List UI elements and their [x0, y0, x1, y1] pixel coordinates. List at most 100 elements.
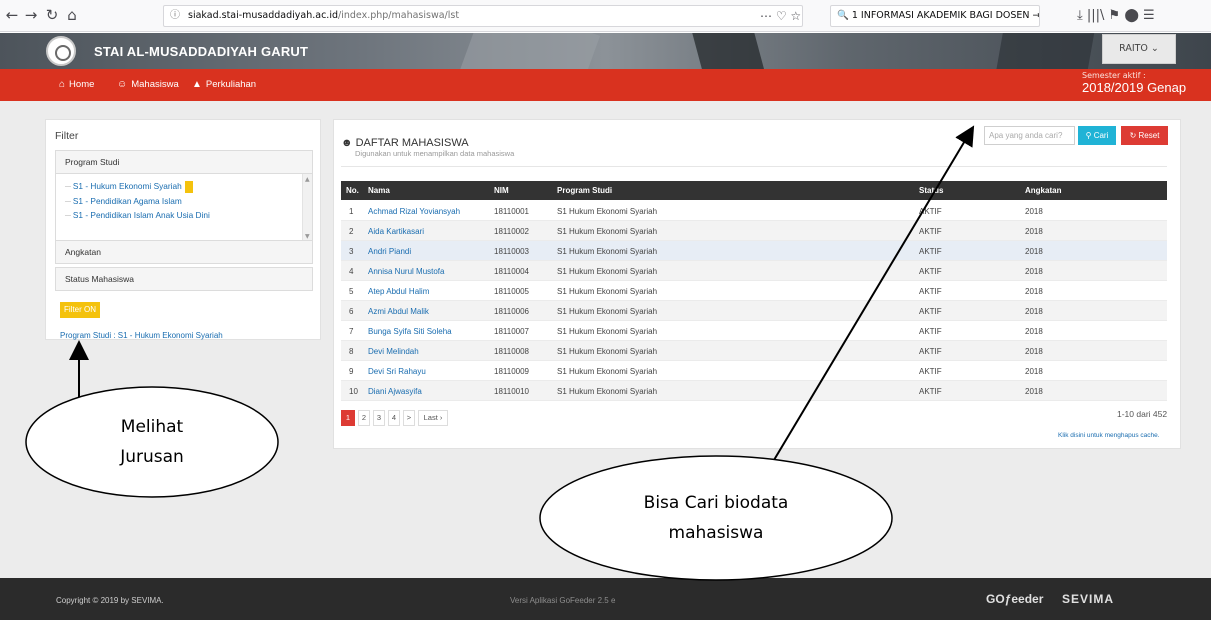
cell-nama[interactable]: Bunga Syifa Siti Soleha	[368, 327, 452, 336]
scroll-down-icon[interactable]: ▼	[305, 233, 310, 240]
users-icon: ☻	[341, 137, 353, 149]
browser-search-text: 1 INFORMASI AKADEMIK BAGI DOSEN →	[851, 10, 1040, 21]
clear-cache-link[interactable]: Klik disini untuk menghapus cache.	[1058, 432, 1160, 439]
page-button[interactable]: Last ›	[418, 410, 448, 426]
prodi-item-paud[interactable]: S1 - Pendidikan Islam Anak Usia Dini	[65, 210, 210, 220]
cell-angkatan: 2018	[1025, 347, 1043, 356]
table-row[interactable]: 3 Andri Piandi 18110003 S1 Hukum Ekonomi Sy…	[341, 241, 1167, 261]
cell-no: 1	[349, 207, 354, 216]
cell-no: 9	[349, 367, 354, 376]
browser-search-field[interactable]: 🔍 1 INFORMASI AKADEMIK BAGI DOSEN →	[830, 5, 1040, 27]
cell-status: AKTIF	[919, 307, 942, 316]
cell-nim: 18110002	[494, 227, 529, 236]
search-input[interactable]: Apa yang anda cari?	[984, 126, 1075, 145]
reset-button[interactable]: ↻ Reset	[1121, 126, 1168, 145]
filter-on-badge[interactable]: Filter ON	[60, 302, 100, 318]
table-row[interactable]: 6 Azmi Abdul Malik 18110006 S1 Hukum Ekonom…	[341, 301, 1167, 321]
table-row[interactable]: 5 Atep Abdul Halim 18110005 S1 Hukum Ekonom…	[341, 281, 1167, 301]
graduation-cap-icon: ▲	[192, 79, 202, 90]
cell-program-studi: S1 Hukum Ekonomi Syariah	[557, 207, 658, 216]
home-icon: ⌂	[59, 79, 66, 90]
cell-angkatan: 2018	[1025, 327, 1043, 336]
cell-nim: 18110003	[494, 247, 529, 256]
table-row[interactable]: 1 Achmad Rizal Yoviansyah 18110001 S1 Hukum…	[341, 201, 1167, 221]
page-button[interactable]: 3	[373, 410, 385, 426]
user-menu-button[interactable]: RAITO ⌄	[1102, 34, 1176, 64]
list-scrollbar[interactable]: ▲ ▼	[302, 174, 312, 242]
table-row[interactable]: 10 Diani Ajwasyifa 18110010 S1 Hukum Ekonom…	[341, 381, 1167, 401]
address-bar[interactable]: ⓘ siakad.stai-musaddadiyah.ac.id/index.ph…	[163, 5, 803, 27]
cell-nama[interactable]: Achmad Rizal Yoviansyah	[368, 207, 460, 216]
toolbar-icons[interactable]: ⤓ |||\ ⚑ ⬤ ☰	[1077, 5, 1155, 27]
page-button[interactable]: >	[403, 410, 415, 426]
home-browser-icon[interactable]: ⌂	[62, 5, 82, 25]
cell-no: 8	[349, 347, 354, 356]
cell-status: AKTIF	[919, 247, 942, 256]
back-arrow-icon[interactable]: ←	[2, 5, 22, 25]
cell-angkatan: 2018	[1025, 267, 1043, 276]
table-row[interactable]: 9 Devi Sri Rahayu 18110009 S1 Hukum Ekonomi…	[341, 361, 1167, 381]
footer: Copyright © 2019 by SEVIMA. Versi Aplika…	[0, 578, 1211, 620]
nav-mahasiswa[interactable]: ☺ Mahasiswa	[117, 79, 179, 90]
page-subtitle: Digunakan untuk menampilkan data mahasis…	[355, 149, 515, 158]
table-row[interactable]: 4 Annisa Nurul Mustofa 18110004 S1 Hukum Ek…	[341, 261, 1167, 281]
cell-status: AKTIF	[919, 267, 942, 276]
cell-no: 2	[349, 227, 354, 236]
active-filter-note: Program Studi : S1 - Hukum Ekonomi Syari…	[60, 331, 223, 340]
reload-icon[interactable]: ↻	[42, 5, 62, 25]
page-button[interactable]: 4	[388, 410, 400, 426]
page-button[interactable]: 2	[358, 410, 370, 426]
cell-angkatan: 2018	[1025, 387, 1043, 396]
cell-no: 4	[349, 267, 354, 276]
cell-program-studi: S1 Hukum Ekonomi Syariah	[557, 227, 658, 236]
cell-nama[interactable]: Annisa Nurul Mustofa	[368, 267, 444, 276]
cell-nama[interactable]: Devi Melindah	[368, 347, 419, 356]
cell-angkatan: 2018	[1025, 287, 1043, 296]
info-icon[interactable]: ⓘ	[170, 6, 180, 26]
scroll-up-icon[interactable]: ▲	[305, 176, 310, 183]
selected-marker-icon	[184, 181, 193, 193]
cell-program-studi: S1 Hukum Ekonomi Syariah	[557, 327, 658, 336]
table-header: No. Nama NIM Program Studi Status Angkat…	[341, 181, 1167, 200]
table-row[interactable]: 8 Devi Melindah 18110008 S1 Hukum Ekonomi S…	[341, 341, 1167, 361]
accordion-status-mahasiswa[interactable]: Status Mahasiswa	[55, 267, 313, 291]
cell-program-studi: S1 Hukum Ekonomi Syariah	[557, 367, 658, 376]
cell-nama[interactable]: Aida Kartikasari	[368, 227, 424, 236]
col-status: Status	[919, 186, 944, 195]
cell-nim: 18110009	[494, 367, 529, 376]
browser-toolbar: ← → ↻ ⌂ ⓘ siakad.stai-musaddadiyah.ac.id/…	[0, 0, 1211, 32]
search-button[interactable]: ⚲ Cari	[1078, 126, 1116, 145]
semester-value: 2018/2019 Genap	[1082, 80, 1187, 95]
cell-no: 3	[349, 247, 354, 256]
url-host: siakad.stai-musaddadiyah.ac.id	[188, 10, 338, 21]
table-row[interactable]: 7 Bunga Syifa Siti Soleha 18110007 S1 Hukum…	[341, 321, 1167, 341]
cell-nim: 18110004	[494, 267, 529, 276]
semester-label: Semester aktif :	[1082, 71, 1146, 80]
cell-nama[interactable]: Andri Piandi	[368, 247, 411, 256]
copyright: Copyright © 2019 by SEVIMA.	[56, 596, 164, 605]
cell-program-studi: S1 Hukum Ekonomi Syariah	[557, 247, 658, 256]
table-row[interactable]: 2 Aida Kartikasari 18110002 S1 Hukum Ekonom…	[341, 221, 1167, 241]
prodi-item-pendidikan-agama[interactable]: S1 - Pendidikan Agama Islam	[65, 196, 182, 206]
forward-arrow-icon[interactable]: →	[21, 5, 41, 25]
cell-no: 5	[349, 287, 354, 296]
cell-program-studi: S1 Hukum Ekonomi Syariah	[557, 347, 658, 356]
pagination-range: 1-10 dari 452	[1117, 409, 1168, 419]
cell-program-studi: S1 Hukum Ekonomi Syariah	[557, 287, 658, 296]
cell-nama[interactable]: Azmi Abdul Malik	[368, 307, 429, 316]
search-icon: ⚲	[1085, 131, 1092, 140]
cell-nama[interactable]: Atep Abdul Halim	[368, 287, 429, 296]
cell-nama[interactable]: Devi Sri Rahayu	[368, 367, 426, 376]
nav-perkuliahan[interactable]: ▲ Perkuliahan	[192, 79, 256, 90]
page-actions[interactable]: ⋯ ♡ ☆	[760, 5, 801, 27]
accordion-angkatan[interactable]: Angkatan	[55, 240, 313, 264]
cell-angkatan: 2018	[1025, 227, 1043, 236]
reset-icon: ↻	[1129, 131, 1137, 140]
nav-home[interactable]: ⌂ Home	[59, 79, 94, 90]
page-button[interactable]: 1	[341, 410, 355, 426]
accordion-program-studi[interactable]: Program Studi	[55, 150, 313, 174]
cell-nama[interactable]: Diani Ajwasyifa	[368, 387, 422, 396]
prodi-item-hukum-ekonomi[interactable]: S1 - Hukum Ekonomi Syariah	[65, 181, 193, 193]
col-no: No.	[346, 186, 359, 195]
cell-program-studi: S1 Hukum Ekonomi Syariah	[557, 387, 658, 396]
